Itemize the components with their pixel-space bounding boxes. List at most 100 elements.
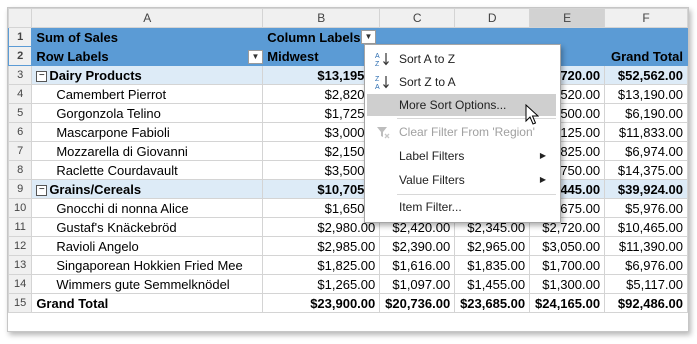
value-cell[interactable]: $39,924.00 (604, 179, 688, 199)
value-cell[interactable]: $1,825.00 (262, 255, 381, 275)
grand-total-header[interactable]: Grand Total (604, 46, 688, 66)
column-header-b[interactable]: B (262, 8, 381, 28)
value-cell[interactable]: $11,390.00 (604, 236, 688, 256)
value-cell[interactable]: $6,976.00 (604, 255, 688, 275)
value-cell[interactable]: $3,500.0 (262, 160, 381, 180)
pivot-item-row: 5 Gorgonzola Telino $1,725.0 500.00 $6,190.0… (8, 103, 688, 123)
row-number[interactable]: 4 (8, 84, 33, 104)
svg-text:Z: Z (375, 61, 380, 67)
row-number[interactable]: 11 (8, 217, 33, 237)
value-cell[interactable]: $11,833.00 (604, 122, 688, 142)
menu-item-label-filters[interactable]: Label Filters ▶ (367, 145, 556, 167)
row-label-cell[interactable]: Raclette Courdavault (31, 160, 264, 180)
value-cell[interactable]: $10,465.00 (604, 217, 688, 237)
value-cell[interactable]: $1,650.0 (262, 198, 381, 218)
menu-item-sort-z-to-a[interactable]: Z A Sort Z to A (367, 71, 556, 93)
value-cell[interactable]: $1,300.00 (529, 274, 606, 294)
value-cell[interactable]: $2,820.0 (262, 84, 381, 104)
column-header-c[interactable]: C (379, 8, 456, 28)
menu-label: Value Filters (399, 173, 465, 187)
select-all-corner[interactable] (8, 8, 33, 28)
svg-text:A: A (375, 84, 380, 90)
row-label-cell[interactable]: − Dairy Products (31, 65, 264, 85)
clear-filter-icon (377, 127, 390, 139)
value-cell[interactable]: $23,900.00 (262, 293, 381, 313)
row-number[interactable]: 1 (8, 27, 33, 47)
value-cell[interactable]: $6,974.00 (604, 141, 688, 161)
value-cell[interactable]: $14,375.00 (604, 160, 688, 180)
row-label-cell[interactable]: Grand Total (31, 293, 264, 313)
row-label-cell[interactable]: Gustaf's Knäckebröd (31, 217, 264, 237)
row-number[interactable]: 7 (8, 141, 33, 161)
value-cell[interactable]: $24,165.00 (529, 293, 606, 313)
column-header-f[interactable]: F (604, 8, 688, 28)
value-cell[interactable]: $1,097.00 (379, 274, 456, 294)
menu-label: More Sort Options... (399, 98, 507, 112)
row-label-cell[interactable]: Mascarpone Fabioli (31, 122, 264, 142)
value-cell[interactable]: $3,000.0 (262, 122, 381, 142)
column-header-d[interactable]: D (454, 8, 531, 28)
value-cell[interactable]: $1,725.0 (262, 103, 381, 123)
value-cell[interactable]: $2,985.00 (262, 236, 381, 256)
row-label-cell[interactable]: − Grains/Cereals (31, 179, 264, 199)
value-cell[interactable]: $23,685.00 (454, 293, 531, 313)
column-header-e[interactable]: E (529, 8, 606, 28)
value-cell[interactable]: $2,965.00 (454, 236, 531, 256)
value-cell[interactable]: $1,455.00 (454, 274, 531, 294)
row-label-cell[interactable]: Wimmers gute Semmelknödel (31, 274, 264, 294)
row-number[interactable]: 5 (8, 103, 33, 123)
collapse-minus-icon[interactable]: − (36, 184, 48, 196)
value-cell[interactable]: $1,616.00 (379, 255, 456, 275)
value-cell[interactable]: $1,265.00 (262, 274, 381, 294)
row-number[interactable]: 15 (8, 293, 33, 313)
value-cell[interactable]: $2,980.00 (262, 217, 381, 237)
value-cell[interactable]: $13,195.0 (262, 65, 381, 85)
sort-descending-icon: Z A (375, 76, 389, 90)
row-labels-filter-button[interactable]: ▼ (248, 50, 263, 64)
row-label-cell[interactable]: Mozzarella di Giovanni (31, 141, 264, 161)
value-cell[interactable]: $92,486.00 (604, 293, 688, 313)
row-label-cell[interactable]: Ravioli Angelo (31, 236, 264, 256)
row-number[interactable]: 2 (8, 46, 33, 66)
value-cell[interactable]: $5,117.00 (604, 274, 688, 294)
pivot-item-row: 14 Wimmers gute Semmelknödel $1,265.00 $1,0… (8, 274, 688, 294)
menu-item-sort-a-to-z[interactable]: A Z Sort A to Z (367, 48, 556, 70)
value-cell[interactable]: $52,562.00 (604, 65, 688, 85)
value-cell[interactable]: $2,150.0 (262, 141, 381, 161)
row-label-cell[interactable]: Singaporean Hokkien Fried Mee (31, 255, 264, 275)
value-cell[interactable]: $3,050.00 (529, 236, 606, 256)
value-cell[interactable]: $1,700.00 (529, 255, 606, 275)
column-labels-filter-button[interactable]: ▼ (361, 30, 376, 44)
menu-label: Clear Filter From 'Region' (399, 125, 535, 139)
menu-item-value-filters[interactable]: Value Filters ▶ (367, 169, 556, 191)
row-labels-label[interactable]: Row Labels (31, 46, 264, 66)
row-number[interactable]: 6 (8, 122, 33, 142)
value-cell[interactable]: $20,736.00 (379, 293, 456, 313)
column-header-a[interactable]: A (31, 8, 264, 28)
value-cell[interactable]: $1,835.00 (454, 255, 531, 275)
pivot-item-row: 10 Gnocchi di nonna Alice $1,650.0 $1,675.0… (8, 198, 688, 218)
collapse-minus-icon[interactable]: − (36, 70, 48, 82)
row-number[interactable]: 9 (8, 179, 33, 199)
region-header-midwest[interactable]: Midwest (262, 46, 381, 66)
pivot-item-row: 13 Singaporean Hokkien Fried Mee $1,825.00… (8, 255, 688, 275)
cell[interactable] (604, 27, 688, 47)
mouse-pointer-icon (525, 104, 539, 125)
sum-of-sales-label[interactable]: Sum of Sales (31, 27, 264, 47)
row-number[interactable]: 14 (8, 274, 33, 294)
row-number[interactable]: 13 (8, 255, 33, 275)
grand-total-row: 15 Grand Total $23,900.00 $20,736.00 $23,685… (8, 293, 688, 313)
row-number[interactable]: 3 (8, 65, 33, 85)
row-number[interactable]: 8 (8, 160, 33, 180)
row-label-cell[interactable]: Gorgonzola Telino (31, 103, 264, 123)
value-cell[interactable]: $10,705.0 (262, 179, 381, 199)
value-cell[interactable]: $13,190.00 (604, 84, 688, 104)
value-cell[interactable]: $2,390.00 (379, 236, 456, 256)
row-label-cell[interactable]: Camembert Pierrot (31, 84, 264, 104)
row-label-cell[interactable]: Gnocchi di nonna Alice (31, 198, 264, 218)
menu-item-item-filter[interactable]: Item Filter... (367, 196, 556, 218)
row-number[interactable]: 12 (8, 236, 33, 256)
value-cell[interactable]: $5,976.00 (604, 198, 688, 218)
value-cell[interactable]: $6,190.00 (604, 103, 688, 123)
row-number[interactable]: 10 (8, 198, 33, 218)
